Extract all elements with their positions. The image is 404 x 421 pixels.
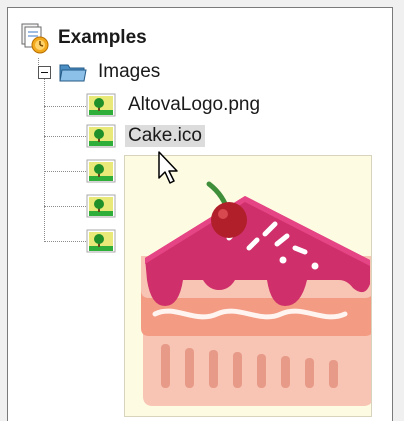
image-preview-tooltip [124, 155, 373, 417]
tree-file-3[interactable] [86, 159, 116, 183]
image-file-icon [86, 124, 116, 148]
image-file-icon [86, 229, 116, 253]
tree-file-5[interactable] [86, 229, 116, 253]
folder-icon [59, 64, 87, 82]
tree-connector [44, 106, 86, 107]
tree-connector [44, 241, 86, 242]
tree-connector [44, 78, 45, 242]
tree-file-label: Cake.ico [125, 125, 205, 147]
image-file-icon [86, 194, 116, 218]
tree-file-altovalogo[interactable]: AltovaLogo.png [86, 93, 260, 117]
project-folder-icon [21, 23, 49, 54]
tree-connector [44, 136, 86, 137]
tree-folder-label: Images [98, 61, 161, 82]
tree-file-4[interactable] [86, 194, 116, 218]
project-tree: Examples Images AltovaLogo.png Cake.ico [8, 8, 392, 421]
project-tree-panel: Examples Images AltovaLogo.png Cake.ico [7, 7, 393, 421]
tree-connector [44, 206, 86, 207]
tree-connector [44, 171, 86, 172]
mouse-cursor-icon [158, 151, 178, 184]
collapse-toggle[interactable] [38, 66, 51, 79]
tree-file-cake[interactable]: Cake.ico [86, 124, 205, 148]
tree-file-label: AltovaLogo.png [128, 94, 261, 115]
cake-slice-icon [141, 181, 373, 406]
tree-root-examples[interactable]: Examples [20, 22, 147, 54]
image-file-icon [86, 93, 116, 117]
image-file-icon [86, 159, 116, 183]
tree-folder-images[interactable]: Images [58, 60, 160, 84]
tree-root-label: Examples [58, 27, 147, 48]
